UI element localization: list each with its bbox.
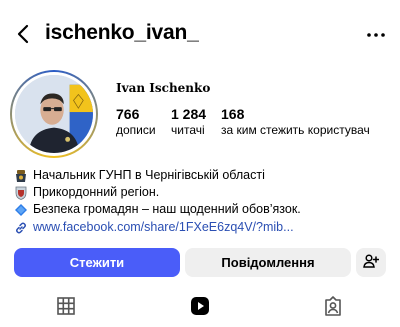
stat-posts-value: 766 bbox=[116, 106, 140, 122]
reels-icon bbox=[189, 297, 211, 321]
profile-tabs bbox=[0, 293, 400, 323]
bio-text: Безпека громадян – наш щоденний обов’язо… bbox=[33, 202, 301, 216]
stat-followers[interactable]: 1 284 читачі bbox=[171, 106, 206, 137]
stat-posts[interactable]: 766 дописи bbox=[116, 106, 156, 137]
tab-tagged[interactable] bbox=[322, 295, 348, 321]
message-button[interactable]: Повідомлення bbox=[185, 248, 351, 277]
profile-photo bbox=[12, 72, 96, 156]
add-person-button[interactable] bbox=[356, 248, 386, 277]
profile-name: Ivan Ischenko bbox=[116, 81, 211, 95]
bio-link-text: www.facebook.com/share/1FXeE6zq4V/?mib..… bbox=[33, 220, 294, 234]
bio-link[interactable]: www.facebook.com/share/1FXeE6zq4V/?mib..… bbox=[14, 219, 386, 236]
bio-line: Прикордонний регіон. bbox=[14, 184, 386, 201]
bio-text: Начальник ГУНП в Чернігівській області bbox=[33, 168, 265, 182]
tab-reels[interactable] bbox=[189, 295, 215, 321]
ellipsis-icon[interactable] bbox=[365, 23, 387, 43]
bio-line: Безпека громадян – наш щоденний обов’язо… bbox=[14, 201, 386, 218]
blue-diamond-icon bbox=[14, 203, 28, 217]
profile-username: ischenko_ivan_ bbox=[45, 21, 199, 44]
grid-icon bbox=[55, 297, 77, 321]
add-person-icon bbox=[363, 253, 380, 272]
stat-posts-label: дописи bbox=[116, 123, 156, 137]
stat-followers-value: 1 284 bbox=[171, 106, 207, 122]
avatar[interactable] bbox=[10, 70, 98, 158]
bio-line: Начальник ГУНП в Чернігівській області bbox=[14, 167, 386, 184]
police-badge-icon bbox=[14, 169, 28, 183]
stat-followers-label: читачі bbox=[171, 123, 205, 137]
profile-bio: Начальник ГУНП в Чернігівській області П… bbox=[14, 167, 386, 236]
tab-grid[interactable] bbox=[55, 295, 81, 321]
link-icon bbox=[14, 221, 28, 235]
chevron-left-icon[interactable] bbox=[14, 22, 34, 46]
stat-following-label: за ким стежить користувач bbox=[221, 123, 370, 137]
tagged-icon bbox=[322, 296, 344, 321]
profile-header: ischenko_ivan_ bbox=[0, 0, 400, 62]
stat-following[interactable]: 168 за ким стежить користувач bbox=[221, 106, 370, 137]
shield-crest-icon bbox=[14, 186, 28, 200]
bio-text: Прикордонний регіон. bbox=[33, 185, 160, 199]
follow-button[interactable]: Стежити bbox=[14, 248, 180, 277]
stat-following-value: 168 bbox=[221, 106, 245, 122]
